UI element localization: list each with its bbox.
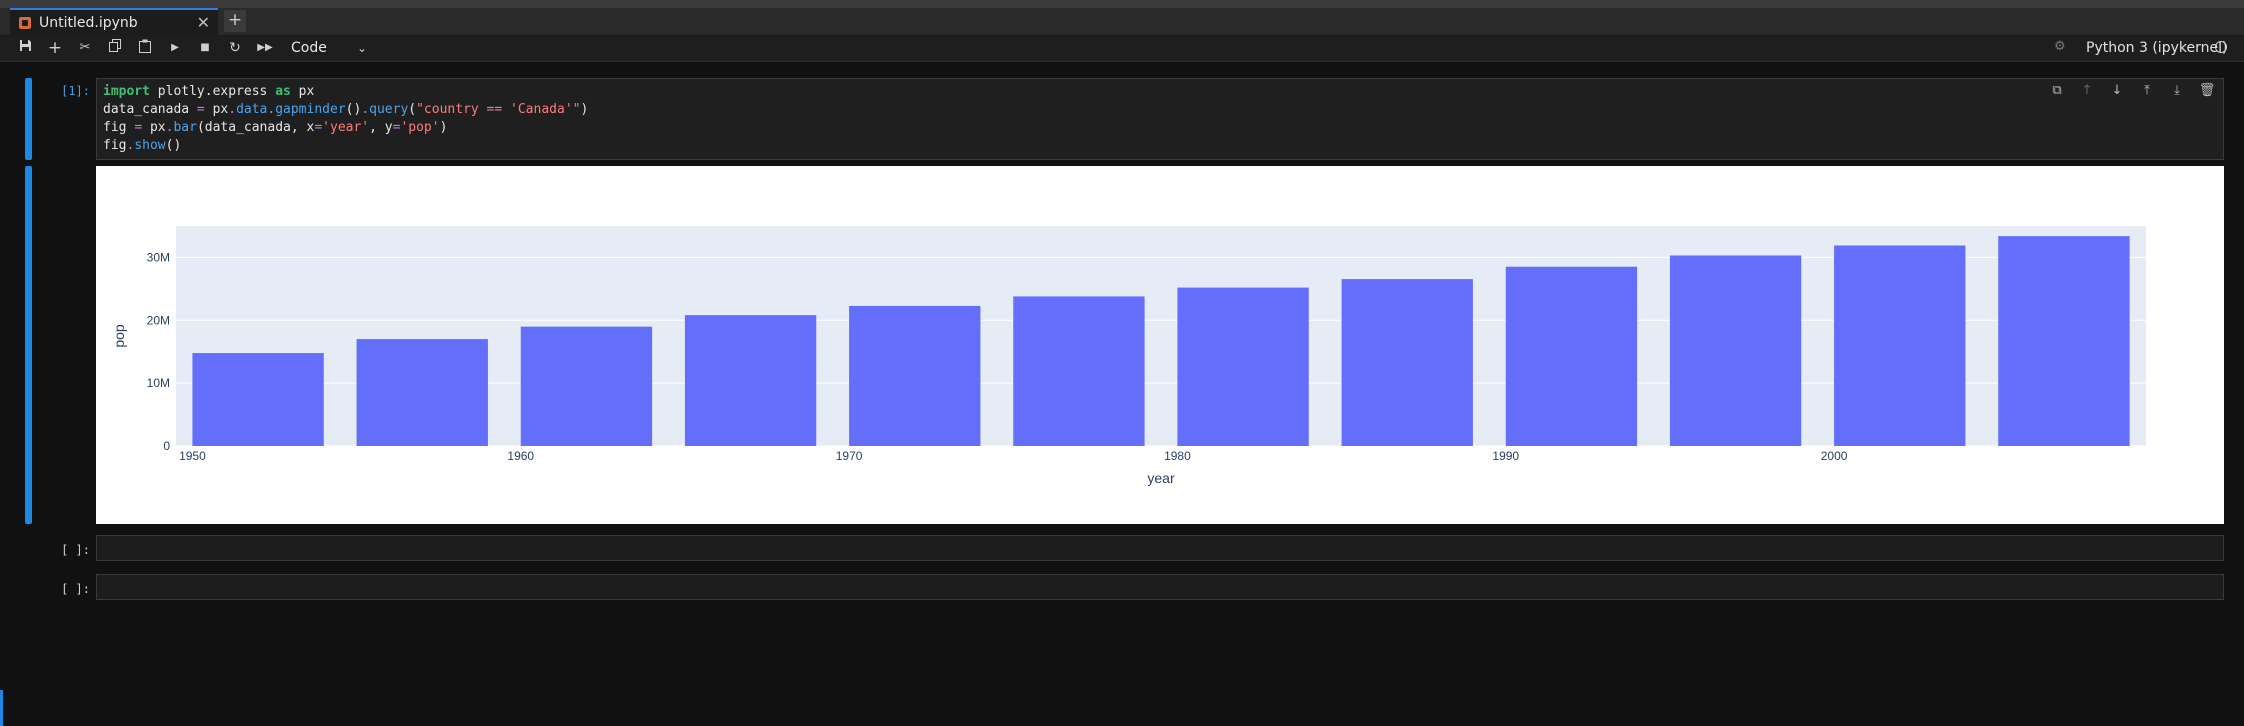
bar[interactable] [1505,266,1638,446]
bar[interactable] [1669,255,1802,446]
cell-prompt: [1]: [61,84,90,98]
new-tab-button[interactable]: + [224,10,246,32]
y-axis-label: pop [111,324,127,348]
bar[interactable] [1013,296,1145,446]
empty-code-cell[interactable] [96,574,2224,600]
bar[interactable] [684,315,817,446]
code-editor[interactable]: import plotly.express as px data_canada =… [103,83,588,155]
tab-label: Untitled.ipynb [39,14,138,31]
kernel-status-icon [2215,41,2227,53]
code-line: fig.show() [103,138,182,153]
code-line: data_canada = px.data.gapminder().query(… [103,102,589,117]
x-tick-label: 1960 [507,449,534,463]
bar[interactable] [1834,245,1966,446]
x-tick-label: 1970 [836,449,863,463]
chevron-down-icon[interactable]: ⌄ [357,38,367,58]
bar[interactable] [1998,236,2130,446]
x-tick-label: 1990 [1492,449,1519,463]
move-down-icon[interactable]: ↓ [2107,82,2127,100]
cell-prompt: [ ]: [61,582,90,596]
bar[interactable] [849,305,981,446]
plot-output: 0 10M 20M 30M 1950 1960 1970 1980 1990 2000 year po… [96,166,2224,524]
code-cell-input[interactable]: import plotly.express as px data_canada =… [96,78,2224,160]
code-line: import plotly.express as px [103,84,315,99]
duplicate-cell-icon[interactable]: ⧉ [2047,82,2067,100]
paste-icon[interactable] [136,39,154,57]
bar[interactable] [356,339,488,446]
bar-chart[interactable]: 0 10M 20M 30M 1950 1960 1970 1980 1990 2000 year po… [96,166,2224,524]
empty-code-cell[interactable] [96,535,2224,561]
y-tick-label: 10M [147,376,170,390]
cell-toolbar: ⧉ ↑ ↓ ⤒ ⤓ 🗑 [2047,82,2217,100]
copy-icon[interactable] [106,39,124,57]
x-axis-label: year [1147,470,1175,486]
fast-forward-icon[interactable]: ▶▶ [256,39,274,57]
close-icon[interactable]: ✕ [197,13,210,32]
cut-icon[interactable]: ✂ [76,39,94,57]
notebook-toolbar: + ✂ ▶ ■ ↻ ▶▶ Code ⌄ ⚙ Python 3 (ipykerne… [0,36,2244,62]
bar[interactable] [1341,279,1473,446]
x-tick-label: 1980 [1164,449,1191,463]
bar[interactable] [1177,287,1309,446]
bar[interactable] [520,326,653,446]
move-up-icon[interactable]: ↑ [2077,82,2097,100]
x-tick-label: 1950 [179,449,206,463]
delete-cell-icon[interactable]: 🗑 [2197,82,2217,100]
y-tick-label: 30M [147,250,170,264]
bar[interactable] [192,353,324,446]
edge-marker [0,690,3,726]
add-icon[interactable]: + [46,39,64,57]
notebook-icon [19,16,31,29]
code-line: fig = px.bar(data_canada, x='year', y='p… [103,120,448,135]
tab-untitled-notebook[interactable]: Untitled.ipynb ✕ [10,8,218,35]
stop-icon[interactable]: ■ [196,39,214,57]
gear-icon[interactable]: ⚙ [2054,39,2066,54]
x-tick-label: 2000 [1821,449,1848,463]
kernel-name[interactable]: Python 3 (ipykernel) [2086,39,2227,57]
save-icon[interactable] [16,39,34,57]
run-icon[interactable]: ▶ [166,39,184,57]
tab-bar: Untitled.ipynb ✕ + [0,8,2244,36]
insert-below-icon[interactable]: ⤓ [2167,82,2187,100]
window-top-strip [0,0,2244,8]
restart-icon[interactable]: ↻ [226,39,244,57]
y-tick-label: 20M [147,313,170,327]
output-collapser[interactable] [25,166,32,524]
insert-above-icon[interactable]: ⤒ [2137,82,2157,100]
y-tick-label: 0 [163,439,170,453]
cell-prompt: [ ]: [61,543,90,557]
